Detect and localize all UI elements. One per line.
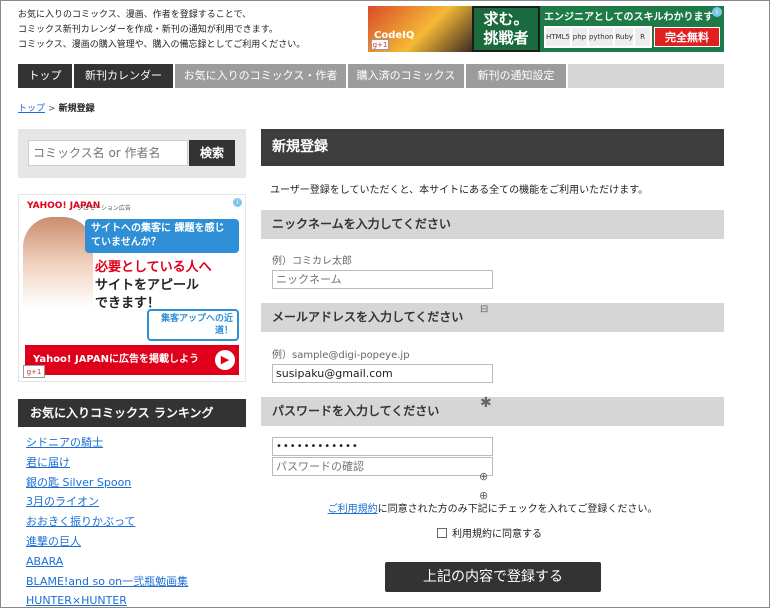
- ad-catchcopy: 求む。 挑戦者: [474, 8, 538, 50]
- growth-chart-icon: 集客アップへの近道！: [147, 309, 239, 341]
- ranking-link[interactable]: シドニアの騎士: [26, 436, 103, 449]
- main-navigation: トップ 新刊カレンダー お気に入りのコミックス・作者 購入済のコミックス 新刊の…: [18, 64, 724, 88]
- list-item: 銀の匙 Silver Spoon: [26, 475, 188, 495]
- gplus-button[interactable]: g+1: [23, 365, 45, 378]
- breadcrumb-home-link[interactable]: トップ: [18, 104, 45, 114]
- search-input[interactable]: [28, 140, 188, 166]
- breadcrumb: トップ > 新規登録: [18, 101, 95, 114]
- html5-logo-icon: HTML5: [546, 28, 570, 46]
- python-logo-icon: python: [588, 28, 614, 46]
- tab-notification-settings[interactable]: 新刊の通知設定: [466, 64, 568, 88]
- ad-line: サイトをアピール: [95, 278, 200, 293]
- intro-line: コミックス新刊カレンダーを作成・新刊の通知が利用できます。: [18, 25, 278, 35]
- ad-catch-line: 求む。: [483, 10, 529, 28]
- ad-cta-bar[interactable]: Yahoo! JAPANに広告を掲載しよう ▶: [25, 345, 239, 375]
- agree-checkbox[interactable]: [437, 527, 447, 538]
- ranking-link[interactable]: ABARA: [26, 555, 63, 568]
- ranking-link[interactable]: 進撃の巨人: [26, 535, 81, 548]
- list-item: HUNTER×HUNTER: [26, 593, 188, 608]
- password-field[interactable]: [272, 437, 493, 456]
- info-icon[interactable]: i: [712, 7, 722, 17]
- sidebar-search: 検索: [18, 129, 246, 178]
- password-confirm-field[interactable]: [272, 457, 493, 476]
- page-title: 新規登録: [261, 129, 724, 166]
- agree-label: 利用規約に同意する: [452, 529, 542, 540]
- nickname-field[interactable]: [272, 270, 493, 289]
- ad-catch-line: 挑戦者: [483, 29, 529, 47]
- php-logo-icon: php: [571, 28, 587, 46]
- breadcrumb-separator: >: [48, 104, 56, 114]
- ranking-link[interactable]: 3月のライオン: [26, 495, 99, 508]
- ad-right-panel: エンジニアとしてのスキルわかります HTML5 php python Ruby …: [540, 6, 724, 52]
- ranking-link[interactable]: 君に届け: [26, 456, 70, 469]
- intro-line: コミックス、漫画の購入管理や、購入の備忘録としてご利用ください。: [18, 40, 306, 50]
- list-item: おおきく振りかぶって: [26, 514, 188, 534]
- form-intro: ユーザー登録をしていただくと、本サイトにある全ての機能をご利用いただけます。: [270, 185, 649, 196]
- ranking-link[interactable]: 銀の匙 Silver Spoon: [26, 476, 131, 489]
- terms-link[interactable]: ご利用規約: [328, 504, 378, 515]
- ad-free-badge: 完全無料: [654, 27, 720, 47]
- search-button[interactable]: 検索: [189, 140, 235, 166]
- sidebar-ad[interactable]: YAHOO! JAPAN プロモーション広告 i サイトへの集客に 課題を感じて…: [18, 194, 246, 382]
- agree-terms[interactable]: 利用規約に同意する: [437, 525, 542, 540]
- ad-person-image: [23, 217, 93, 347]
- ruby-logo-icon: Ruby: [615, 28, 634, 46]
- submit-button[interactable]: 上記の内容で登録する: [385, 562, 601, 592]
- nickname-heading: ニックネームを入力してください: [261, 210, 724, 239]
- tab-top[interactable]: トップ: [18, 64, 74, 88]
- terms-text: に同意された方のみ下記にチェックを入れてご登録ください。: [377, 504, 658, 515]
- ranking-link[interactable]: おおきく振りかぶって: [26, 515, 135, 528]
- crosshair-icon: ⊕: [479, 470, 489, 483]
- ad-speech-bubble: サイトへの集客に 課題を感じていませんか？: [85, 219, 239, 253]
- ad-cta-text: Yahoo! JAPANに広告を掲載しよう: [33, 354, 199, 365]
- list-item: シドニアの騎士: [26, 435, 188, 455]
- header-ad-banner[interactable]: CodeIQ g+1 求む。 挑戦者 エンジニアとしてのスキルわかります HTM…: [368, 6, 724, 52]
- terms-notice: ご利用規約に同意された方のみ下記にチェックを入れてご登録ください。: [261, 500, 724, 515]
- info-box-icon: ⊟: [480, 304, 489, 315]
- site-intro: お気に入りのコミックス、漫画、作者を登録することで、 コミックス新刊カレンダーを…: [18, 8, 305, 53]
- breadcrumb-current: 新規登録: [58, 104, 95, 114]
- list-item: 君に届け: [26, 455, 188, 475]
- list-item: 進撃の巨人: [26, 534, 188, 554]
- list-item: 3月のライオン: [26, 494, 188, 514]
- list-item: ABARA: [26, 554, 188, 574]
- nickname-example: 例）コミカレ太郎: [272, 256, 352, 267]
- ad-language-logos: HTML5 php python Ruby R: [544, 26, 652, 48]
- site-header: お気に入りのコミックス、漫画、作者を登録することで、 コミックス新刊カレンダーを…: [1, 1, 769, 61]
- password-heading: パスワードを入力してください: [261, 397, 724, 426]
- email-heading: メールアドレスを入力してください: [261, 303, 724, 332]
- ranking-link[interactable]: BLAME!and so on一弐瓶勉画集: [26, 575, 188, 588]
- ad-headline: エンジニアとしてのスキルわかります: [544, 12, 714, 23]
- ranking-list: シドニアの騎士 君に届け 銀の匙 Silver Spoon 3月のライオン おお…: [26, 435, 188, 608]
- email-example: 例）sample@digi-popeye.jp: [272, 350, 410, 361]
- r-logo-icon: R: [635, 28, 651, 46]
- tab-purchased-comics[interactable]: 購入済のコミックス: [348, 64, 466, 88]
- promo-label: プロモーション広告: [77, 205, 131, 212]
- arrow-right-icon[interactable]: ▶: [215, 350, 235, 370]
- ranking-link[interactable]: HUNTER×HUNTER: [26, 594, 127, 607]
- info-icon[interactable]: i: [233, 198, 242, 207]
- ad-line: 必要としている人へ: [95, 260, 212, 275]
- email-field[interactable]: [272, 364, 493, 383]
- tab-favorite-comics[interactable]: お気に入りのコミックス・作者: [175, 64, 348, 88]
- ranking-title: お気に入りコミックス ランキング: [18, 399, 246, 427]
- list-item: BLAME!and so on一弐瓶勉画集: [26, 574, 188, 594]
- tab-new-release-calendar[interactable]: 新刊カレンダー: [74, 64, 175, 88]
- intro-line: お気に入りのコミックス、漫画、作者を登録することで、: [18, 10, 252, 20]
- required-asterisk-icon: ✱: [480, 395, 492, 411]
- gplus-button[interactable]: g+1: [371, 39, 389, 50]
